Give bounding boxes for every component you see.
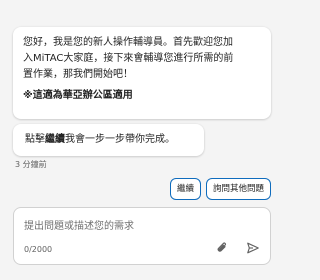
chat-transcript: 您好，我是您的新人操作輔導員。首先歡迎您加 入MiTAC大家庭，接下來會輔導您進… [0, 0, 284, 205]
message-timestamp: 3 分鐘前 [15, 160, 47, 169]
message-note: ※這適為華亞辦公區適用 [23, 90, 133, 101]
message-line: 入MiTAC大家庭，接下來會輔導您進行所需的前 [23, 53, 234, 64]
message-text-prefix: 點擊 [25, 134, 45, 145]
message-line: 置作業，那我們開始吧！ [23, 69, 133, 80]
bot-message-welcome: 您好，我是您的新人操作輔導員。首先歡迎您加 入MiTAC大家庭，接下來會輔導您進… [13, 27, 271, 119]
message-composer: 0/2000 [13, 207, 271, 265]
message-input[interactable] [24, 217, 260, 235]
message-text-emphasis: 繼續 [45, 134, 65, 145]
message-text-suffix: 我會一步一步帶你完成。 [65, 134, 175, 145]
suggested-actions: 繼續 詢問其他問題 [169, 178, 271, 200]
character-count: 0/2000 [24, 245, 53, 254]
send-icon [246, 240, 260, 259]
ask-other-question-button[interactable]: 詢問其他問題 [205, 178, 271, 200]
bot-message-instruction: 點擊繼續我會一步一步帶你完成。 [13, 124, 204, 156]
attach-button[interactable] [212, 239, 232, 259]
send-button[interactable] [243, 239, 263, 259]
continue-button[interactable]: 繼續 [169, 178, 201, 200]
paperclip-icon [215, 240, 229, 259]
message-line: 您好，我是您的新人操作輔導員。首先歡迎您加 [23, 37, 233, 48]
